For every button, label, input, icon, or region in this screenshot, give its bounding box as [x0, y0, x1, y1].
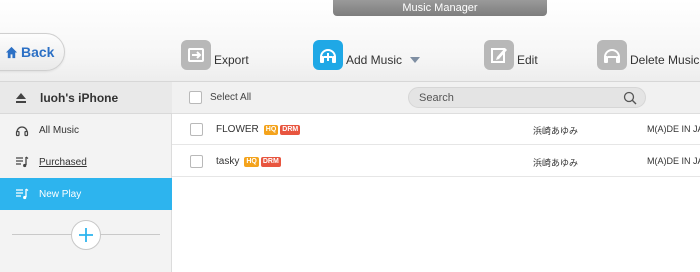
- export-label: Export: [214, 53, 249, 67]
- drm-badge: DRM: [280, 124, 301, 135]
- select-all-label[interactable]: Select All: [210, 92, 251, 103]
- song-title: FLOWER: [216, 124, 259, 135]
- sidebar-item-label: Purchased: [39, 156, 87, 168]
- headphones-icon: [15, 126, 29, 137]
- device-row[interactable]: luoh's iPhone: [0, 82, 172, 114]
- playlist-icon: [16, 156, 29, 168]
- add-music-label: Add Music: [346, 53, 403, 67]
- hq-badge: HQ: [263, 124, 279, 135]
- add-music-dropdown-icon[interactable]: [410, 57, 420, 63]
- home-icon: [5, 46, 18, 58]
- export-icon: [181, 40, 211, 70]
- album-cell: M(A)DE IN JA: [647, 124, 700, 134]
- music-list: Select All FLOWER HQ DRM 浜崎あゆみ M(A)DE IN…: [172, 82, 700, 272]
- delete-music-icon: [597, 40, 627, 70]
- add-playlist-button[interactable]: [71, 220, 101, 250]
- device-name: luoh's iPhone: [40, 90, 119, 105]
- song-title-cell: FLOWER HQ DRM: [216, 124, 301, 135]
- table-row[interactable]: tasky HQ DRM 浜崎あゆみ M(A)DE IN JA: [172, 146, 700, 177]
- list-header: Select All: [172, 82, 700, 114]
- row-checkbox[interactable]: [190, 123, 203, 136]
- artist-cell: 浜崎あゆみ: [533, 158, 579, 168]
- select-all-checkbox[interactable]: [189, 91, 202, 104]
- search-input[interactable]: [419, 90, 609, 105]
- sidebar-item-new-play[interactable]: New Play: [0, 178, 172, 210]
- edit-button[interactable]: Edit: [484, 38, 538, 70]
- edit-icon: [484, 40, 514, 70]
- plus-icon: [79, 228, 93, 242]
- sidebar: luoh's iPhone All Music Purchased New Pl…: [0, 82, 172, 272]
- delete-music-button[interactable]: Delete Music: [597, 38, 699, 70]
- sidebar-item-label: All Music: [39, 124, 80, 136]
- song-title: tasky: [216, 156, 240, 167]
- drm-badge: DRM: [260, 156, 281, 167]
- playlist-icon: [16, 188, 29, 200]
- delete-music-label: Delete Music: [630, 53, 700, 67]
- back-button[interactable]: Back: [0, 33, 65, 71]
- sidebar-item-all-music[interactable]: All Music: [0, 114, 172, 146]
- eject-icon[interactable]: [15, 92, 27, 104]
- edit-label: Edit: [517, 53, 538, 67]
- artist-cell: 浜崎あゆみ: [533, 126, 579, 136]
- table-row[interactable]: FLOWER HQ DRM 浜崎あゆみ M(A)DE IN JA: [172, 114, 700, 145]
- album-cell: M(A)DE IN JA: [647, 156, 700, 166]
- search-box: [408, 87, 646, 108]
- row-checkbox[interactable]: [190, 155, 203, 168]
- search-icon[interactable]: [623, 91, 637, 105]
- add-music-button[interactable]: Add Music: [313, 38, 402, 70]
- hq-badge: HQ: [244, 156, 259, 167]
- export-button[interactable]: Export: [181, 38, 249, 70]
- window-title: Music Manager: [333, 0, 547, 16]
- sidebar-item-purchased[interactable]: Purchased: [0, 146, 172, 178]
- back-button-label: Back: [21, 44, 55, 60]
- add-music-icon: [313, 40, 343, 70]
- sidebar-item-label: New Play: [39, 188, 82, 200]
- song-title-cell: tasky HQ DRM: [216, 156, 281, 167]
